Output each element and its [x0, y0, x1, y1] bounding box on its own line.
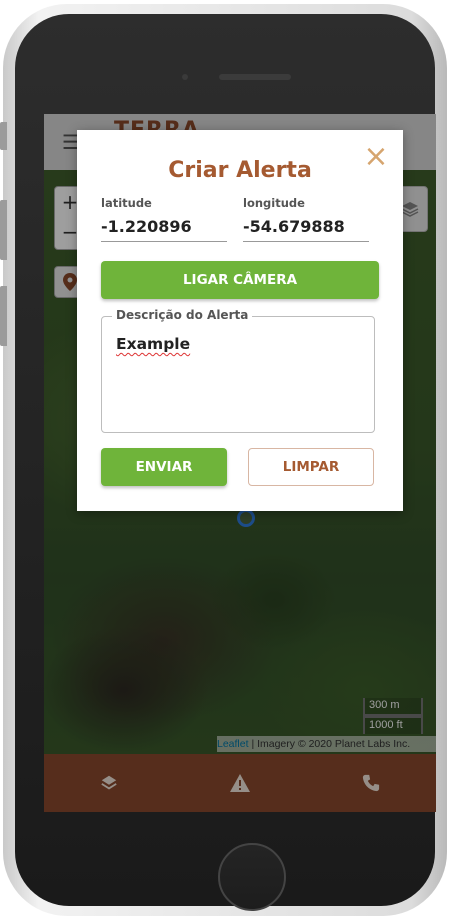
modal-title: Criar Alerta — [168, 158, 312, 183]
volume-up-button — [0, 200, 7, 260]
latitude-label: latitude — [101, 196, 152, 210]
front-camera — [182, 74, 188, 80]
turn-on-camera-button[interactable]: LIGAR CÂMERA — [101, 261, 379, 299]
clear-button[interactable]: LIMPAR — [248, 448, 374, 486]
create-alert-modal: Criar Alerta × latitude -1.220896 longit… — [77, 130, 403, 511]
mute-switch — [0, 122, 7, 150]
earpiece-speaker — [219, 74, 291, 80]
close-icon[interactable]: × — [361, 142, 391, 172]
longitude-label: longitude — [243, 196, 305, 210]
latitude-field[interactable]: -1.220896 — [101, 216, 227, 242]
send-button[interactable]: ENVIAR — [101, 448, 227, 486]
volume-down-button — [0, 286, 7, 346]
description-legend: Descrição do Alerta — [112, 308, 253, 322]
description-value[interactable]: Example — [116, 335, 190, 353]
longitude-field[interactable]: -54.679888 — [243, 216, 369, 242]
description-field[interactable]: Descrição do Alerta Example — [101, 308, 375, 433]
home-button[interactable] — [218, 843, 286, 911]
